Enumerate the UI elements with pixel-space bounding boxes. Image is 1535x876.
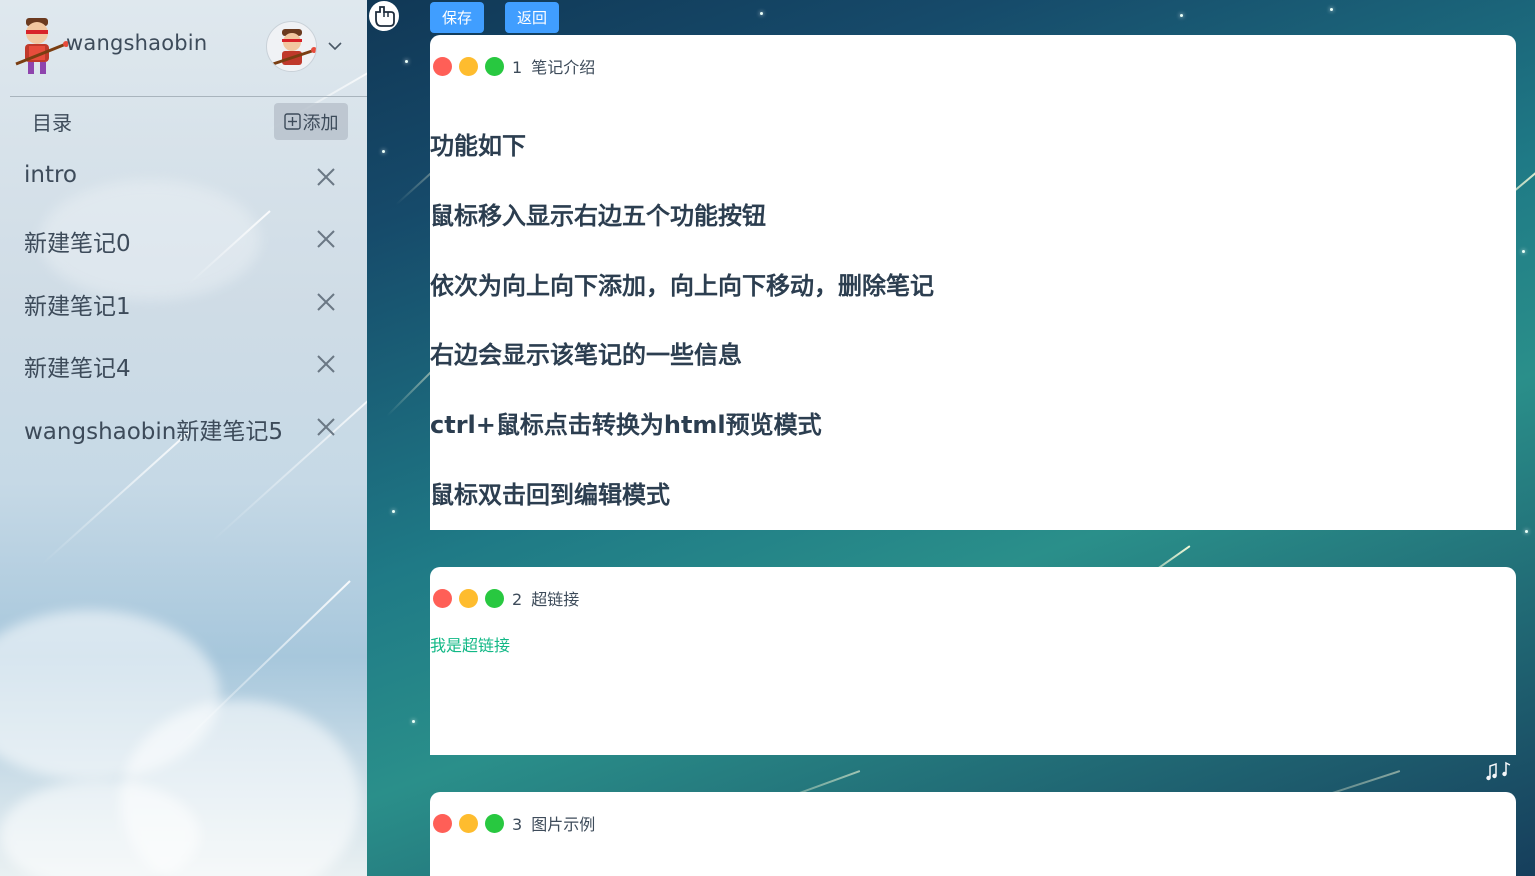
card-title: 3 图片示例 xyxy=(512,811,595,835)
card-header: 1 笔记介绍 xyxy=(430,35,1516,95)
divider xyxy=(10,96,367,97)
close-icon[interactable] xyxy=(316,167,336,187)
sidebar-item-note5[interactable]: wangshaobin新建笔记5 xyxy=(0,396,367,458)
minimize-dot[interactable] xyxy=(459,589,478,608)
card-number: 2 xyxy=(512,590,523,609)
card-header: 3 图片示例 xyxy=(430,792,1516,852)
card-header: 2 超链接 xyxy=(430,567,1516,627)
note-card-1[interactable]: 1 笔记介绍 功能如下 鼠标移入显示右边五个功能按钮 依次为向上向下添加，向上向下… xyxy=(430,35,1516,530)
note-card-3[interactable]: 3 图片示例 xyxy=(430,792,1516,876)
user-avatar-button[interactable] xyxy=(266,21,317,72)
card-title-text: 笔记介绍 xyxy=(531,58,596,77)
close-dot[interactable] xyxy=(433,589,452,608)
music-note-icon xyxy=(1486,761,1511,781)
close-icon[interactable] xyxy=(316,354,336,374)
minimize-dot[interactable] xyxy=(459,57,478,76)
add-note-button[interactable]: 添加 xyxy=(274,103,348,140)
card-title: 2 超链接 xyxy=(512,586,579,610)
maximize-dot[interactable] xyxy=(485,589,504,608)
content-line: 功能如下 xyxy=(430,132,526,160)
close-icon[interactable] xyxy=(316,417,336,437)
content-line: 鼠标移入显示右边五个功能按钮 xyxy=(430,202,766,230)
username: wangshaobin xyxy=(66,31,208,55)
close-icon[interactable] xyxy=(316,292,336,312)
content-line: 右边会显示该笔记的一些信息 xyxy=(430,341,742,369)
minimize-dot[interactable] xyxy=(459,814,478,833)
card-title-text: 图片示例 xyxy=(531,815,596,834)
user-header: wangshaobin xyxy=(0,0,367,96)
content-line: 鼠标双击回到编辑模式 xyxy=(430,481,670,509)
card-title-text: 超链接 xyxy=(531,590,580,609)
maximize-dot[interactable] xyxy=(485,814,504,833)
content-line: ctrl+鼠标点击转换为html预览模式 xyxy=(430,411,822,439)
card-number: 1 xyxy=(512,58,523,77)
content-line: 依次为向上向下添加，向上向下移动，删除笔记 xyxy=(430,272,934,300)
chevron-down-icon[interactable] xyxy=(327,38,343,54)
add-label: 添加 xyxy=(302,112,339,134)
note-item-label: wangshaobin新建笔记5 xyxy=(24,418,284,445)
sidebar: wangshaobin 目录 添加 intro 新建笔记0 新建笔记1 新建笔记… xyxy=(0,0,367,876)
sidebar-item-note4[interactable]: 新建笔记4 xyxy=(0,333,367,395)
avatar-icon xyxy=(15,18,68,74)
note-item-label: intro xyxy=(24,162,78,188)
sidebar-item-intro[interactable]: intro xyxy=(0,146,367,208)
card-number: 3 xyxy=(512,815,523,834)
avatar-icon xyxy=(272,29,316,66)
save-button[interactable]: 保存 xyxy=(430,2,484,33)
hand-cursor-icon[interactable] xyxy=(367,0,401,32)
toc-label: 目录 xyxy=(32,111,72,135)
note-item-label: 新建笔记0 xyxy=(24,231,131,258)
note-list: intro 新建笔记0 新建笔记1 新建笔记4 wangshaobin新建笔记5 xyxy=(0,146,367,458)
close-dot[interactable] xyxy=(433,57,452,76)
maximize-dot[interactable] xyxy=(485,57,504,76)
plus-square-icon xyxy=(283,113,301,130)
card-title: 1 笔记介绍 xyxy=(512,54,595,78)
back-button[interactable]: 返回 xyxy=(505,2,559,33)
note-item-label: 新建笔记1 xyxy=(24,293,131,320)
sidebar-item-note0[interactable]: 新建笔记0 xyxy=(0,208,367,270)
hyperlink[interactable]: 我是超链接 xyxy=(430,632,510,656)
close-icon[interactable] xyxy=(316,229,336,249)
sidebar-item-note1[interactable]: 新建笔记1 xyxy=(0,271,367,333)
close-dot[interactable] xyxy=(433,814,452,833)
note-card-2[interactable]: 2 超链接 我是超链接 xyxy=(430,567,1516,755)
note-item-label: 新建笔记4 xyxy=(24,356,131,383)
